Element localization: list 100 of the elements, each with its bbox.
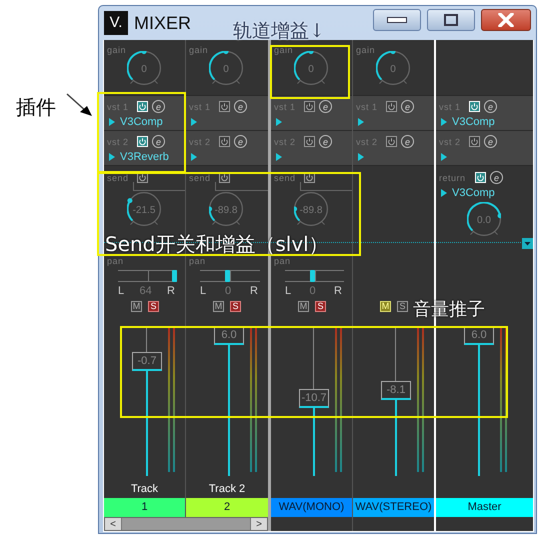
fader-handle[interactable]: -10.7 — [299, 388, 329, 408]
knob-thumb[interactable] — [142, 51, 146, 54]
gain-label: gain — [274, 45, 294, 55]
knob-value: 0 — [390, 64, 396, 75]
plugin-name[interactable]: V3Comp — [120, 116, 163, 128]
minimize-button[interactable] — [373, 9, 421, 31]
power-toggle[interactable] — [469, 136, 480, 147]
close-button[interactable] — [481, 9, 531, 31]
edit-button[interactable]: e — [319, 135, 332, 148]
pan-thumb[interactable] — [172, 270, 177, 282]
power-toggle[interactable] — [219, 136, 230, 147]
expand-icon[interactable] — [441, 118, 447, 126]
plugin-name[interactable]: V3Comp — [452, 186, 495, 198]
power-toggle[interactable] — [304, 101, 315, 112]
knob-thumb[interactable] — [390, 51, 396, 54]
expand-icon[interactable] — [191, 152, 197, 160]
expand-icon[interactable] — [109, 152, 115, 160]
pan-slider[interactable] — [200, 270, 260, 282]
track-tag[interactable]: 1 — [104, 498, 185, 517]
expand-icon[interactable] — [109, 118, 115, 126]
pan-label: pan — [188, 256, 206, 266]
knob-thumb[interactable] — [498, 213, 501, 218]
scroll-left-button[interactable]: < — [105, 518, 122, 530]
pan-left-label: L — [200, 285, 206, 297]
knob-value: -89.8 — [214, 205, 238, 216]
pan-value: 64 — [139, 285, 152, 297]
dropdown-icon[interactable] — [522, 238, 533, 249]
edit-button[interactable]: e — [401, 135, 414, 148]
expand-icon[interactable] — [441, 152, 447, 160]
pan-thumb[interactable] — [310, 270, 314, 282]
knob-thumb[interactable] — [308, 51, 314, 54]
fader-track[interactable]: -10.7 — [299, 326, 329, 476]
fader-track[interactable]: 6.0 — [214, 326, 244, 476]
return-label: return — [438, 172, 467, 182]
send-label: send — [188, 172, 212, 182]
solo-button[interactable]: S — [397, 300, 408, 312]
power-toggle[interactable] — [304, 136, 315, 147]
plugin-name[interactable]: V3Comp — [452, 116, 495, 128]
knob-value: -89.8 — [300, 205, 322, 216]
edit-button[interactable]: e — [490, 171, 503, 184]
power-toggle[interactable] — [386, 136, 397, 147]
knob-thumb[interactable] — [127, 198, 132, 204]
pan-thumb[interactable] — [225, 270, 230, 282]
expand-icon[interactable] — [441, 188, 447, 196]
track-tag[interactable]: WAV(MONO) — [271, 498, 352, 517]
scroll-right-button[interactable]: > — [250, 518, 267, 530]
expand-icon[interactable] — [276, 118, 282, 126]
solo-button[interactable]: S — [230, 300, 241, 312]
pan-value: 0 — [310, 285, 316, 297]
knob-value: 0.0 — [477, 215, 491, 226]
pan-slider[interactable] — [285, 270, 344, 282]
window-title: MIXER — [134, 12, 192, 34]
track-name: Track 2 — [208, 483, 246, 495]
gain-label: gain — [356, 45, 376, 55]
edit-button[interactable]: e — [152, 135, 165, 148]
edit-button[interactable]: e — [234, 135, 247, 148]
edit-button[interactable]: e — [234, 100, 247, 113]
mute-button[interactable]: M — [131, 300, 142, 312]
arrow-icon — [66, 93, 93, 117]
track-tag[interactable]: 2 — [186, 498, 268, 517]
knob-value: 0 — [141, 64, 147, 75]
track-tag[interactable]: Master — [436, 498, 533, 517]
fader-track[interactable]: 6.0 — [464, 326, 494, 476]
app-logo: V. — [104, 11, 128, 35]
solo-button[interactable]: S — [148, 300, 159, 312]
power-toggle[interactable] — [219, 101, 230, 112]
maximize-icon — [444, 14, 458, 26]
close-icon — [498, 13, 514, 27]
knob-value: 0 — [308, 64, 314, 75]
edit-button[interactable]: e — [152, 100, 165, 113]
edit-button[interactable]: e — [319, 100, 332, 113]
power-toggle[interactable] — [386, 101, 397, 112]
expand-icon[interactable] — [191, 118, 197, 126]
pan-right-label: R — [167, 285, 175, 297]
mute-button[interactable]: M — [298, 300, 309, 312]
plugin-name[interactable]: V3Reverb — [120, 150, 169, 162]
fader-handle[interactable]: -8.1 — [381, 381, 411, 400]
edit-button[interactable]: e — [484, 100, 497, 113]
mute-button[interactable]: M — [380, 300, 391, 312]
edit-button[interactable]: e — [401, 100, 414, 113]
horizontal-scrollbar[interactable]: < > — [104, 517, 268, 531]
minimize-icon — [387, 17, 407, 23]
mute-button[interactable]: M — [213, 300, 224, 312]
annotation-text: 插件 — [16, 94, 56, 121]
fader-track[interactable]: -0.7 — [132, 326, 162, 476]
pan-label: pan — [273, 256, 291, 266]
solo-button[interactable]: S — [315, 300, 326, 312]
expand-icon[interactable] — [276, 152, 282, 160]
knob-thumb[interactable] — [224, 51, 228, 54]
edit-button[interactable]: e — [484, 135, 497, 148]
fader-handle[interactable]: -0.7 — [132, 352, 162, 372]
pan-slider[interactable] — [118, 270, 177, 282]
fader-track[interactable]: -8.1 — [381, 326, 411, 476]
knob-thumb[interactable] — [209, 206, 212, 212]
expand-icon[interactable] — [358, 118, 364, 126]
knob-thumb[interactable] — [294, 206, 298, 212]
track-tag[interactable]: WAV(STEREO) — [353, 498, 434, 517]
expand-icon[interactable] — [358, 152, 364, 160]
maximize-button[interactable] — [427, 9, 475, 31]
pan-right-label: R — [334, 285, 342, 297]
